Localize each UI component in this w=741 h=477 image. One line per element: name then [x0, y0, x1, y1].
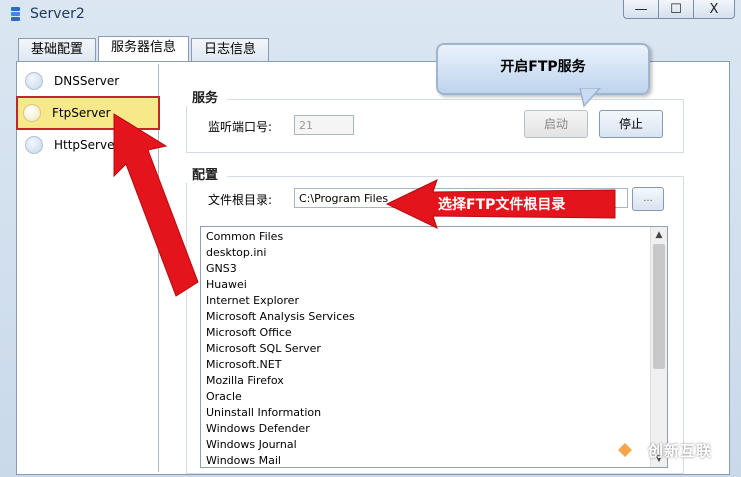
port-label: 监听端口号:: [208, 120, 273, 134]
file-list-item[interactable]: Uninstall Information: [201, 405, 667, 421]
sidebar-item-dns[interactable]: DNSServer: [20, 66, 158, 96]
sidebar-item-label: DNSServer: [54, 74, 120, 88]
server-window: Server2 — ☐ X 基础配置 服务器信息 日志信息 DNSServer …: [0, 0, 741, 477]
app-icon: [11, 7, 22, 21]
tab-bar: 基础配置 服务器信息 日志信息: [18, 36, 271, 61]
window-title: Server2: [30, 6, 85, 22]
close-icon: X: [709, 1, 719, 17]
file-list-item[interactable]: Microsoft Office: [201, 325, 667, 341]
file-list-item[interactable]: Microsoft SQL Server: [201, 341, 667, 357]
file-list-item[interactable]: Internet Explorer: [201, 293, 667, 309]
tab-log-info[interactable]: 日志信息: [191, 38, 270, 61]
tab-basic-config[interactable]: 基础配置: [18, 38, 97, 61]
browse-button[interactable]: ...: [632, 187, 664, 211]
arrow-select-ftp-icon: [113, 113, 199, 297]
callout-text: 开启FTP服务: [500, 59, 586, 75]
stop-button[interactable]: 停止: [599, 110, 663, 138]
tab-server-info[interactable]: 服务器信息: [98, 36, 190, 61]
watermark-logo-icon: [609, 434, 641, 466]
file-list-item[interactable]: Microsoft.NET: [201, 357, 667, 373]
scroll-thumb[interactable]: [653, 244, 665, 369]
server-status-icon: [23, 104, 41, 122]
start-ftp-callout: 开启FTP服务: [436, 43, 650, 95]
file-list-item[interactable]: desktop.ini: [201, 245, 667, 261]
file-list-item[interactable]: Mozilla Firefox: [201, 373, 667, 389]
service-group-label: 服务: [186, 87, 239, 106]
start-button[interactable]: 启动: [524, 110, 588, 138]
file-list-item[interactable]: Windows Mail: [201, 453, 667, 467]
arrow-select-root-label: 选择FTP文件根目录: [438, 197, 566, 213]
close-button[interactable]: X: [694, 0, 735, 19]
watermark-text: 创新互联: [648, 441, 713, 460]
server-status-icon: [25, 72, 43, 90]
file-list-item[interactable]: Windows Defender: [201, 421, 667, 437]
title-bar: Server2 — ☐ X: [0, 0, 741, 28]
file-list-item[interactable]: Oracle: [201, 389, 667, 405]
file-list-item[interactable]: Windows Journal: [201, 437, 667, 453]
maximize-button[interactable]: ☐: [659, 0, 694, 19]
file-list[interactable]: Common Files desktop.ini GNS3 Huawei Interne…: [200, 226, 668, 468]
port-input[interactable]: 21: [294, 115, 354, 135]
watermark: 创新互联: [608, 430, 738, 470]
minimize-icon: —: [634, 1, 648, 17]
file-list-item[interactable]: Huawei: [201, 277, 667, 293]
minimize-button[interactable]: —: [623, 0, 659, 19]
server-status-icon: [25, 136, 43, 154]
root-dir-label: 文件根目录:: [208, 193, 273, 207]
maximize-icon: ☐: [670, 1, 682, 17]
file-list-item[interactable]: Microsoft Analysis Services: [201, 309, 667, 325]
callout-pointer-icon: [579, 88, 602, 108]
scroll-up-icon[interactable]: ▲: [651, 227, 667, 243]
file-list-item[interactable]: GNS3: [201, 261, 667, 277]
